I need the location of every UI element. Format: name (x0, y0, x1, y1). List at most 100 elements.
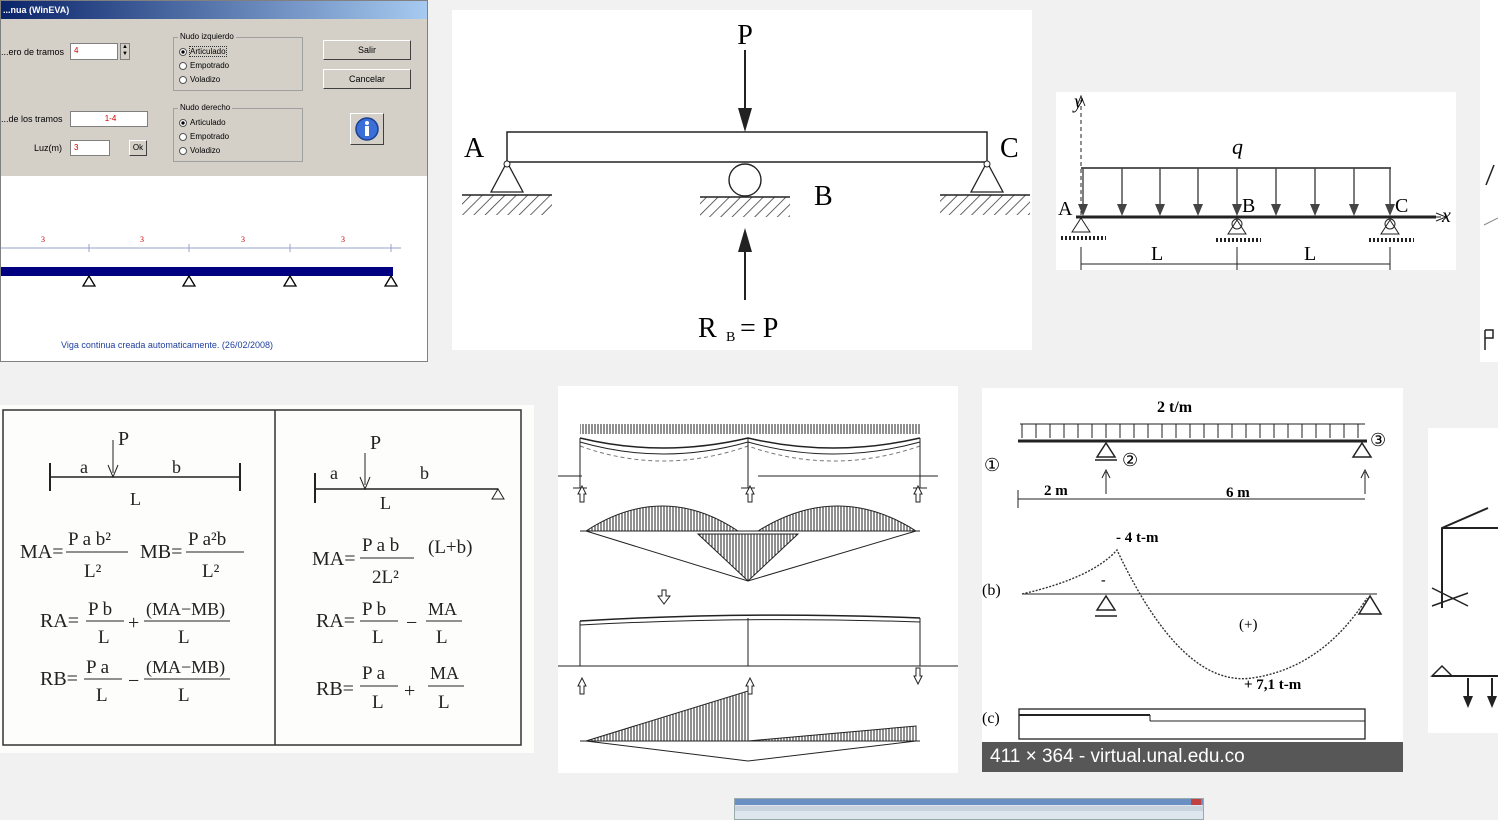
cropped-frame-thumbnail[interactable] (1428, 428, 1498, 733)
beam-distributed-load-thumbnail[interactable]: y q x A B C L L (1056, 92, 1456, 270)
node-a-label: A (1058, 198, 1073, 220)
thumbnail-menu-bar (735, 806, 1203, 811)
left-ma-den: L² (84, 561, 102, 582)
right-radio-voladizo[interactable]: Voladizo (179, 146, 220, 155)
load-label: P (737, 20, 753, 51)
right-ma-label: MA= (312, 548, 356, 570)
reaction-rhs: = P (740, 313, 778, 344)
node-c-label: C (1000, 133, 1019, 164)
left-mb-num: P a²b (188, 529, 226, 550)
right-rb-op: + (404, 680, 415, 702)
info-icon (355, 117, 379, 141)
reaction-label: R (698, 313, 717, 344)
span-label-2: 3 (140, 235, 144, 244)
beam-rect (506, 131, 988, 163)
left-ra-t1-den: L (98, 627, 110, 648)
left-radio-articulado[interactable]: Articulado (179, 46, 227, 57)
info-button[interactable] (350, 113, 384, 145)
right-ra-t1-den: L (372, 627, 384, 648)
thumbnail-title-bar (735, 799, 1203, 805)
left-radio-empotrado[interactable]: Empotrado (179, 61, 229, 70)
radio-dot-icon (179, 47, 187, 56)
fixed-end-formulas-thumbnail[interactable]: P a b L MA= P a b² L² MB= P a²b L² RA= P… (0, 405, 534, 753)
support-2b-icon (1095, 594, 1117, 611)
bending-moment-figure: 2 t/m ① ② ③ 2 m 6 m (b) - 4 t-m - (+) + … (982, 399, 1386, 740)
support-icon (81, 274, 97, 287)
left-node-title: Nudo izquierdo (178, 32, 236, 41)
row-c-label: (c) (982, 710, 1000, 727)
radio-dot-icon (179, 61, 187, 70)
left-ma-num: P a b² (68, 529, 111, 550)
left-rb-op: − (128, 670, 139, 692)
cropped-figure (1483, 164, 1498, 350)
length-field[interactable]: 3 (70, 140, 110, 156)
dist-1-label: 2 m (1044, 483, 1068, 499)
software-screenshot-thumbnail[interactable] (734, 798, 1204, 820)
num-spans-label: ...ero de tramos (1, 47, 65, 57)
node-3-label: ③ (1370, 430, 1386, 450)
continuous-beam-drawing: 3 3 3 3 (1, 235, 401, 287)
beam-bar (1, 267, 393, 276)
right-ma-num: P a b (362, 535, 399, 556)
load-arrow-icon (738, 108, 752, 132)
right-rb-label: RB= (316, 678, 354, 700)
right-a-label: a (330, 463, 338, 483)
length-label: Luz(m) (34, 143, 63, 153)
frame-figure (1430, 507, 1498, 708)
left-load-label: P (118, 428, 129, 450)
exit-button[interactable]: Salir (323, 40, 411, 60)
wineva-window-thumbnail[interactable]: ...nua (WinEVA) ...ero de tramos 4 ▲ ▼ Nu… (0, 0, 428, 362)
support-a-icon (1071, 217, 1091, 233)
support-icon (282, 274, 298, 287)
left-ra-t2-num: (MA−MB) (146, 599, 225, 620)
right-ra-t1-num: P b (362, 599, 386, 620)
right-rb-t1-den: L (372, 692, 384, 713)
deflection-sketch-figure (558, 424, 958, 762)
span-label-1: 3 (41, 235, 45, 244)
left-rb-label: RB= (40, 668, 78, 690)
beam-point-load-thumbnail[interactable]: P A C B R B = P (452, 10, 1032, 350)
right-ma-den: 2L² (372, 567, 399, 588)
left-ra-op: + (128, 612, 139, 634)
left-rb-t2-num: (MA−MB) (146, 657, 225, 678)
support-3-icon (1351, 441, 1373, 458)
spans-field[interactable]: 1-4 (70, 111, 148, 127)
right-radio-empotrado[interactable]: Empotrado (179, 132, 229, 141)
node-b-label: B (1242, 195, 1255, 217)
left-radio-voladizo[interactable]: Voladizo (179, 75, 220, 84)
left-rb-t2-den: L (178, 685, 190, 706)
ok-button[interactable]: Ok (129, 140, 147, 156)
num-spans-stepper[interactable]: ▲ ▼ (120, 43, 130, 60)
right-ra-t2-den: L (436, 627, 448, 648)
deflection-sketch-thumbnail[interactable] (558, 386, 958, 773)
left-mb-label: MB= (140, 541, 182, 563)
left-ra-t1-num: P b (88, 599, 112, 620)
right-load-label: P (370, 432, 381, 454)
node-c-label: C (1395, 195, 1408, 217)
reaction-arrow-icon (738, 228, 752, 252)
right-rb-t1-num: P a (362, 663, 386, 684)
load-label: 2 t/m (1157, 399, 1193, 416)
cancel-button[interactable]: Cancelar (323, 69, 411, 89)
close-icon (1191, 799, 1201, 805)
radio-dot-icon (179, 118, 187, 127)
right-ra-label: RA= (316, 610, 355, 632)
support-3b-icon (1357, 594, 1383, 615)
plus-sign: (+) (1239, 617, 1257, 633)
num-spans-field[interactable]: 4 (70, 43, 118, 60)
right-rb-t2-num: MA (430, 663, 459, 683)
reaction-subscript: B (726, 330, 735, 345)
row-b-label: (b) (982, 582, 1001, 599)
load-q-label: q (1232, 134, 1243, 159)
right-ma-tail: (L+b) (428, 537, 472, 558)
roller-support-b-icon (728, 163, 762, 197)
left-ra-label: RA= (40, 610, 79, 632)
bending-moment-thumbnail[interactable]: 2 t/m ① ② ③ 2 m 6 m (b) - 4 t-m - (+) + … (982, 388, 1403, 772)
cropped-thumbnail-right[interactable] (1480, 0, 1498, 362)
status-text: Viga continua creada automaticamente. (2… (61, 340, 273, 350)
right-radio-articulado[interactable]: Articulado (179, 118, 226, 127)
dist-2-label: 6 m (1226, 485, 1250, 501)
radio-dot-icon (179, 75, 187, 84)
left-ra-t2-den: L (178, 627, 190, 648)
neg-moment-label: - 4 t-m (1116, 530, 1159, 546)
